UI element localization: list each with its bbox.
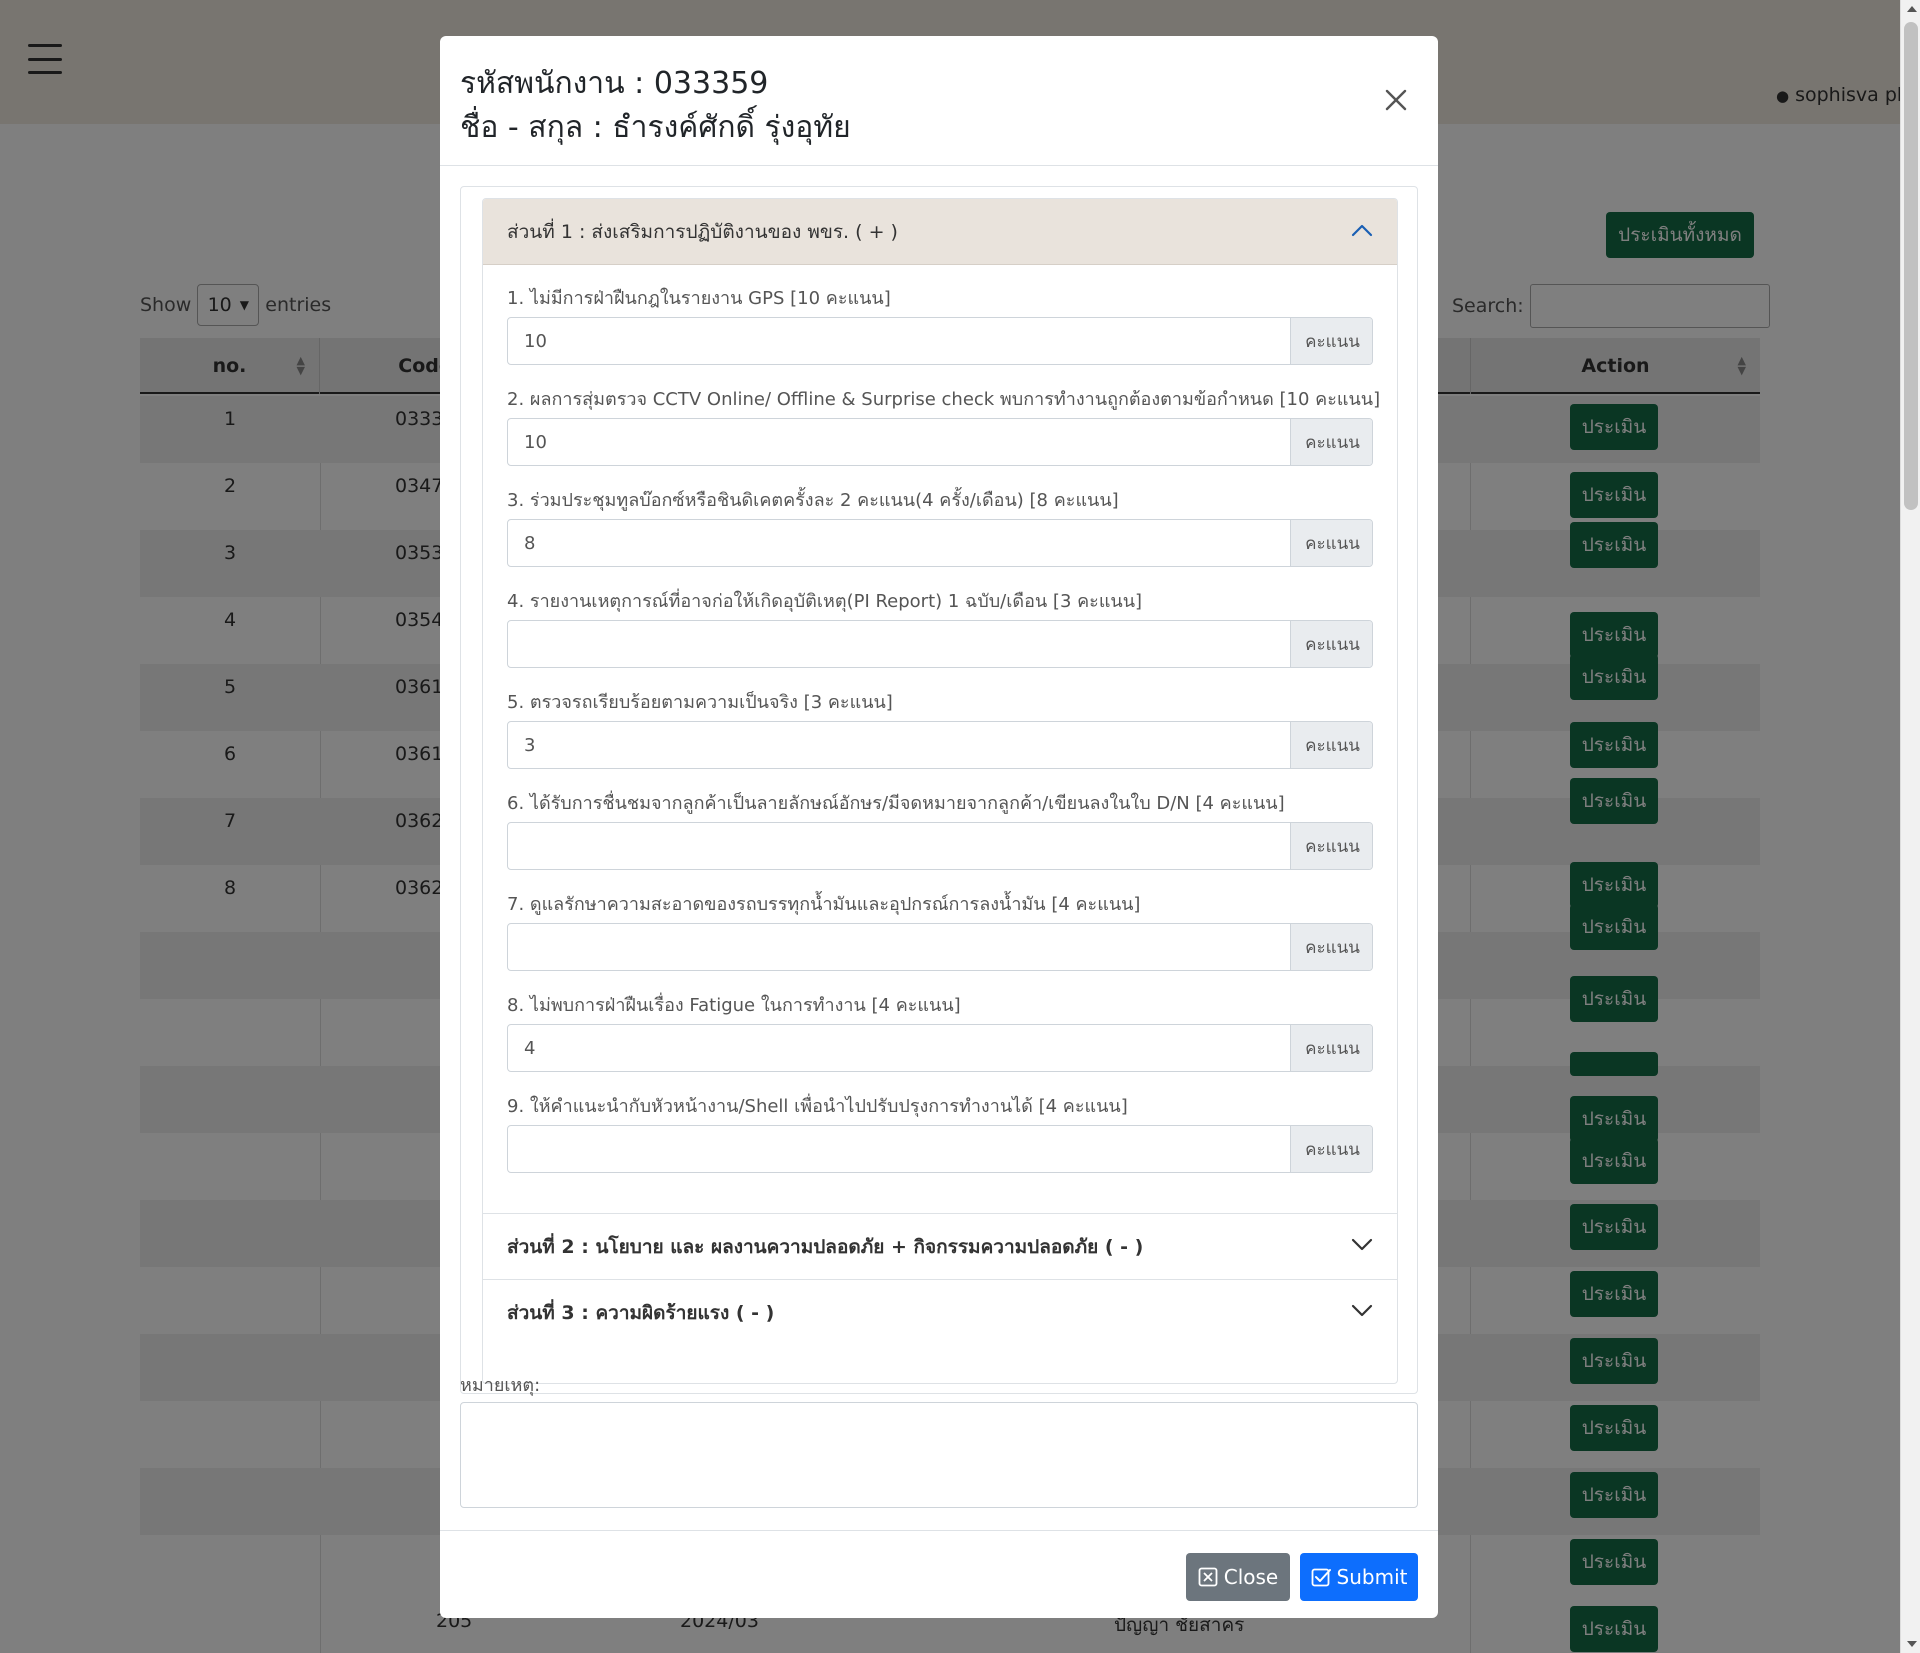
question-9-label: 9. ให้คำแนะนำกับหัวหน้างาน/Shell เพื่อนำ… <box>507 1096 1128 1117</box>
score-unit: คะแนน <box>1290 419 1372 465</box>
question-8-field: 4 คะแนน <box>507 1024 1373 1072</box>
question-7-field: คะแนน <box>507 923 1373 971</box>
employee-id: 033359 <box>653 66 769 101</box>
question-4-label: 4. รายงานเหตุการณ์ที่อาจก่อให้เกิดอุบัติ… <box>507 591 1143 612</box>
scroll-down-icon[interactable] <box>1907 1641 1917 1647</box>
close-button[interactable]: Close <box>1186 1553 1290 1601</box>
question-7-input[interactable] <box>508 924 1290 970</box>
question-1-input[interactable]: 10 <box>508 318 1290 364</box>
evaluation-accordion: ส่วนที่ 1 : ส่งเสริมการปฏิบัติงานของ พขร… <box>460 186 1418 1394</box>
section-1-header[interactable]: ส่วนที่ 1 : ส่งเสริมการปฏิบัติงานของ พขร… <box>483 199 1397 265</box>
score-unit: คะแนน <box>1290 621 1372 667</box>
section-2-header[interactable]: ส่วนที่ 2 : นโยบาย และ ผลงานความปลอดภัย … <box>483 1213 1397 1279</box>
employee-id-line: รหัสพนักงาน : 033359 <box>460 60 768 107</box>
score-unit: คะแนน <box>1290 823 1372 869</box>
score-unit: คะแนน <box>1290 1126 1372 1172</box>
submit-button-label: Submit <box>1336 1565 1408 1589</box>
scroll-up-icon[interactable] <box>1907 6 1917 12</box>
question-9-field: คะแนน <box>507 1125 1373 1173</box>
scrollbar-thumb[interactable] <box>1904 22 1918 510</box>
question-9-input[interactable] <box>508 1126 1290 1172</box>
chevron-up-icon <box>1351 224 1373 237</box>
scrollbar[interactable] <box>1900 0 1920 1653</box>
section-2-title: ส่วนที่ 2 : นโยบาย และ ผลงานความปลอดภัย … <box>507 1235 1144 1258</box>
question-4-input[interactable] <box>508 621 1290 667</box>
question-5-field: 3 คะแนน <box>507 721 1373 769</box>
close-square-icon <box>1198 1567 1218 1587</box>
question-6-label: 6. ได้รับการชื่นชมจากลูกค้าเป็นลายลักษณ์… <box>507 793 1285 814</box>
chevron-down-icon <box>1351 1238 1373 1251</box>
score-unit: คะแนน <box>1290 520 1372 566</box>
question-8-input[interactable]: 4 <box>508 1025 1290 1071</box>
question-7-label: 7. ดูแลรักษาความสะอาดของรถบรรทุกน้ำมันแล… <box>507 894 1141 915</box>
question-3-field: 8 คะแนน <box>507 519 1373 567</box>
close-icon[interactable] <box>1384 88 1408 112</box>
remark-label: หมายเหตุ: <box>460 1375 541 1396</box>
score-unit: คะแนน <box>1290 722 1372 768</box>
score-unit: คะแนน <box>1290 1025 1372 1071</box>
check-square-icon <box>1311 1568 1331 1587</box>
question-1-label: 1. ไม่มีการฝ่าฝืนกฎในรายงาน GPS [10 คะแน… <box>507 288 891 309</box>
employee-name: ธำรงค์ศักดิ์ รุ่งอุทัย <box>612 110 851 145</box>
modal-header: รหัสพนักงาน : 033359 ชื่อ - สกุล : ธำรงค… <box>440 36 1438 166</box>
question-6-input[interactable] <box>508 823 1290 869</box>
section-3-title: ส่วนที่ 3 : ความผิดร้ายแรง ( - ) <box>507 1301 775 1324</box>
question-6-field: คะแนน <box>507 822 1373 870</box>
question-4-field: คะแนน <box>507 620 1373 668</box>
section-1-title: ส่วนที่ 1 : ส่งเสริมการปฏิบัติงานของ พขร… <box>507 220 898 243</box>
question-2-input[interactable]: 10 <box>508 419 1290 465</box>
question-2-field: 10 คะแนน <box>507 418 1373 466</box>
question-3-label: 3. ร่วมประชุมทูลบ๊อกซ์หรือชินดิเคตครั้งล… <box>507 490 1119 511</box>
employee-name-label: ชื่อ - สกุล : <box>460 110 603 145</box>
evaluation-modal: รหัสพนักงาน : 033359 ชื่อ - สกุล : ธำรงค… <box>440 36 1438 1618</box>
employee-name-line: ชื่อ - สกุล : ธำรงค์ศักดิ์ รุ่งอุทัย <box>460 104 851 151</box>
employee-id-label: รหัสพนักงาน : <box>460 66 645 101</box>
modal-footer: Close Submit <box>440 1530 1438 1618</box>
question-2-label: 2. ผลการสุ่มตรวจ CCTV Online/ Offline & … <box>507 389 1381 410</box>
score-unit: คะแนน <box>1290 318 1372 364</box>
score-unit: คะแนน <box>1290 924 1372 970</box>
question-1-field: 10 คะแนน <box>507 317 1373 365</box>
remark-textarea[interactable] <box>460 1402 1418 1508</box>
question-5-label: 5. ตรวจรถเรียบร้อยตามความเป็นจริง [3 คะแ… <box>507 692 893 713</box>
chevron-down-icon <box>1351 1304 1373 1317</box>
close-button-label: Close <box>1223 1565 1279 1589</box>
question-8-label: 8. ไม่พบการฝ่าฝืนเรื่อง Fatigue ในการทำง… <box>507 995 961 1016</box>
question-3-input[interactable]: 8 <box>508 520 1290 566</box>
submit-button[interactable]: Submit <box>1300 1553 1418 1601</box>
section-3-header[interactable]: ส่วนที่ 3 : ความผิดร้ายแรง ( - ) <box>483 1279 1397 1345</box>
accordion-inner: ส่วนที่ 1 : ส่งเสริมการปฏิบัติงานของ พขร… <box>482 198 1398 1384</box>
question-5-input[interactable]: 3 <box>508 722 1290 768</box>
